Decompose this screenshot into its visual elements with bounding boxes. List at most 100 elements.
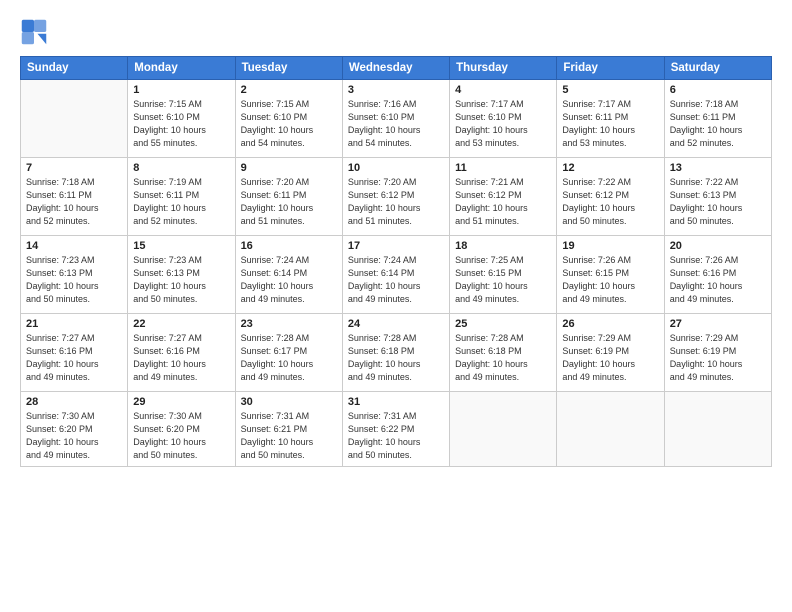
day-number: 3	[348, 84, 444, 96]
day-info: Sunrise: 7:28 AM Sunset: 6:18 PM Dayligh…	[348, 332, 444, 384]
day-number: 16	[241, 240, 337, 252]
day-info: Sunrise: 7:23 AM Sunset: 6:13 PM Dayligh…	[133, 254, 229, 306]
day-info: Sunrise: 7:16 AM Sunset: 6:10 PM Dayligh…	[348, 98, 444, 150]
calendar-cell: 3 Sunrise: 7:16 AM Sunset: 6:10 PM Daylig…	[342, 80, 449, 158]
day-info: Sunrise: 7:31 AM Sunset: 6:22 PM Dayligh…	[348, 410, 444, 462]
day-info: Sunrise: 7:24 AM Sunset: 6:14 PM Dayligh…	[348, 254, 444, 306]
calendar-cell: 28 Sunrise: 7:30 AM Sunset: 6:20 PM Dayli…	[21, 392, 128, 467]
calendar-cell: 5Sunrise: 7:17 AM Sunset: 6:11 PM Daylig…	[557, 80, 664, 158]
calendar-cell: 2 Sunrise: 7:15 AM Sunset: 6:10 PM Daylig…	[235, 80, 342, 158]
day-info: Sunrise: 7:26 AM Sunset: 6:15 PM Dayligh…	[562, 254, 658, 306]
calendar-cell	[664, 392, 771, 467]
weekday-header-tuesday: Tuesday	[235, 57, 342, 80]
day-number: 17	[348, 240, 444, 252]
weekday-header-wednesday: Wednesday	[342, 57, 449, 80]
day-info: Sunrise: 7:31 AM Sunset: 6:21 PM Dayligh…	[241, 410, 337, 462]
day-info: Sunrise: 7:17 AM Sunset: 6:10 PM Dayligh…	[455, 98, 551, 150]
day-info: Sunrise: 7:29 AM Sunset: 6:19 PM Dayligh…	[670, 332, 766, 384]
calendar-cell	[21, 80, 128, 158]
calendar-cell: 15 Sunrise: 7:23 AM Sunset: 6:13 PM Dayli…	[128, 236, 235, 314]
day-info: Sunrise: 7:18 AM Sunset: 6:11 PM Dayligh…	[670, 98, 766, 150]
calendar-cell: 21 Sunrise: 7:27 AM Sunset: 6:16 PM Dayli…	[21, 314, 128, 392]
day-info: Sunrise: 7:29 AM Sunset: 6:19 PM Dayligh…	[562, 332, 658, 384]
calendar-cell: 13 Sunrise: 7:22 AM Sunset: 6:13 PM Dayli…	[664, 158, 771, 236]
day-info: Sunrise: 7:27 AM Sunset: 6:16 PM Dayligh…	[133, 332, 229, 384]
day-info: Sunrise: 7:22 AM Sunset: 6:13 PM Dayligh…	[670, 176, 766, 228]
day-number: 25	[455, 318, 551, 330]
calendar-cell: 9 Sunrise: 7:20 AM Sunset: 6:11 PM Daylig…	[235, 158, 342, 236]
day-info: Sunrise: 7:15 AM Sunset: 6:10 PM Dayligh…	[133, 98, 229, 150]
day-number: 23	[241, 318, 337, 330]
day-info: Sunrise: 7:23 AM Sunset: 6:13 PM Dayligh…	[26, 254, 122, 306]
calendar-cell: 6 Sunrise: 7:18 AM Sunset: 6:11 PM Daylig…	[664, 80, 771, 158]
day-number: 8	[133, 162, 229, 174]
calendar-week-2: 14 Sunrise: 7:23 AM Sunset: 6:13 PM Dayli…	[21, 236, 772, 314]
calendar-cell: 1 Sunrise: 7:15 AM Sunset: 6:10 PM Daylig…	[128, 80, 235, 158]
calendar-cell: 22 Sunrise: 7:27 AM Sunset: 6:16 PM Dayli…	[128, 314, 235, 392]
day-info: Sunrise: 7:28 AM Sunset: 6:17 PM Dayligh…	[241, 332, 337, 384]
calendar-cell: 20Sunrise: 7:26 AM Sunset: 6:16 PM Dayli…	[664, 236, 771, 314]
day-info: Sunrise: 7:20 AM Sunset: 6:12 PM Dayligh…	[348, 176, 444, 228]
day-info: Sunrise: 7:19 AM Sunset: 6:11 PM Dayligh…	[133, 176, 229, 228]
calendar-cell: 16 Sunrise: 7:24 AM Sunset: 6:14 PM Dayli…	[235, 236, 342, 314]
calendar-cell: 27 Sunrise: 7:29 AM Sunset: 6:19 PM Dayli…	[664, 314, 771, 392]
day-number: 4	[455, 84, 551, 96]
day-number: 27	[670, 318, 766, 330]
day-number: 29	[133, 396, 229, 408]
day-number: 7	[26, 162, 122, 174]
calendar-cell	[557, 392, 664, 467]
calendar-cell: 24 Sunrise: 7:28 AM Sunset: 6:18 PM Dayli…	[342, 314, 449, 392]
calendar-cell: 10 Sunrise: 7:20 AM Sunset: 6:12 PM Dayli…	[342, 158, 449, 236]
weekday-header-saturday: Saturday	[664, 57, 771, 80]
day-info: Sunrise: 7:30 AM Sunset: 6:20 PM Dayligh…	[26, 410, 122, 462]
calendar-cell: 14 Sunrise: 7:23 AM Sunset: 6:13 PM Dayli…	[21, 236, 128, 314]
day-info: Sunrise: 7:17 AM Sunset: 6:11 PM Dayligh…	[562, 98, 658, 150]
calendar-week-4: 28 Sunrise: 7:30 AM Sunset: 6:20 PM Dayli…	[21, 392, 772, 467]
day-info: Sunrise: 7:24 AM Sunset: 6:14 PM Dayligh…	[241, 254, 337, 306]
day-info: Sunrise: 7:27 AM Sunset: 6:16 PM Dayligh…	[26, 332, 122, 384]
day-info: Sunrise: 7:25 AM Sunset: 6:15 PM Dayligh…	[455, 254, 551, 306]
header	[20, 18, 772, 46]
day-number: 11	[455, 162, 551, 174]
day-info: Sunrise: 7:20 AM Sunset: 6:11 PM Dayligh…	[241, 176, 337, 228]
weekday-header-monday: Monday	[128, 57, 235, 80]
calendar-header: SundayMondayTuesdayWednesdayThursdayFrid…	[21, 57, 772, 80]
day-number: 31	[348, 396, 444, 408]
day-number: 10	[348, 162, 444, 174]
day-number: 14	[26, 240, 122, 252]
calendar-cell: 12 Sunrise: 7:22 AM Sunset: 6:12 PM Dayli…	[557, 158, 664, 236]
calendar-page: SundayMondayTuesdayWednesdayThursdayFrid…	[0, 0, 792, 612]
day-info: Sunrise: 7:26 AM Sunset: 6:16 PM Dayligh…	[670, 254, 766, 306]
day-info: Sunrise: 7:15 AM Sunset: 6:10 PM Dayligh…	[241, 98, 337, 150]
day-number: 9	[241, 162, 337, 174]
day-number: 30	[241, 396, 337, 408]
day-info: Sunrise: 7:18 AM Sunset: 6:11 PM Dayligh…	[26, 176, 122, 228]
day-number: 13	[670, 162, 766, 174]
calendar-cell: 26 Sunrise: 7:29 AM Sunset: 6:19 PM Dayli…	[557, 314, 664, 392]
day-info: Sunrise: 7:22 AM Sunset: 6:12 PM Dayligh…	[562, 176, 658, 228]
calendar-cell: 29 Sunrise: 7:30 AM Sunset: 6:20 PM Dayli…	[128, 392, 235, 467]
day-number: 15	[133, 240, 229, 252]
calendar-week-0: 1 Sunrise: 7:15 AM Sunset: 6:10 PM Daylig…	[21, 80, 772, 158]
day-number: 26	[562, 318, 658, 330]
calendar-week-1: 7 Sunrise: 7:18 AM Sunset: 6:11 PM Daylig…	[21, 158, 772, 236]
weekday-row: SundayMondayTuesdayWednesdayThursdayFrid…	[21, 57, 772, 80]
day-number: 12	[562, 162, 658, 174]
day-number: 21	[26, 318, 122, 330]
calendar-cell: 8 Sunrise: 7:19 AM Sunset: 6:11 PM Daylig…	[128, 158, 235, 236]
calendar-cell	[450, 392, 557, 467]
day-info: Sunrise: 7:21 AM Sunset: 6:12 PM Dayligh…	[455, 176, 551, 228]
day-number: 18	[455, 240, 551, 252]
day-number: 6	[670, 84, 766, 96]
calendar-cell: 31 Sunrise: 7:31 AM Sunset: 6:22 PM Dayli…	[342, 392, 449, 467]
day-number: 28	[26, 396, 122, 408]
day-info: Sunrise: 7:30 AM Sunset: 6:20 PM Dayligh…	[133, 410, 229, 462]
day-number: 2	[241, 84, 337, 96]
day-number: 24	[348, 318, 444, 330]
logo-icon	[20, 18, 48, 46]
weekday-header-friday: Friday	[557, 57, 664, 80]
calendar-cell: 25Sunrise: 7:28 AM Sunset: 6:18 PM Dayli…	[450, 314, 557, 392]
day-number: 1	[133, 84, 229, 96]
calendar-cell: 18 Sunrise: 7:25 AM Sunset: 6:15 PM Dayli…	[450, 236, 557, 314]
day-number: 22	[133, 318, 229, 330]
